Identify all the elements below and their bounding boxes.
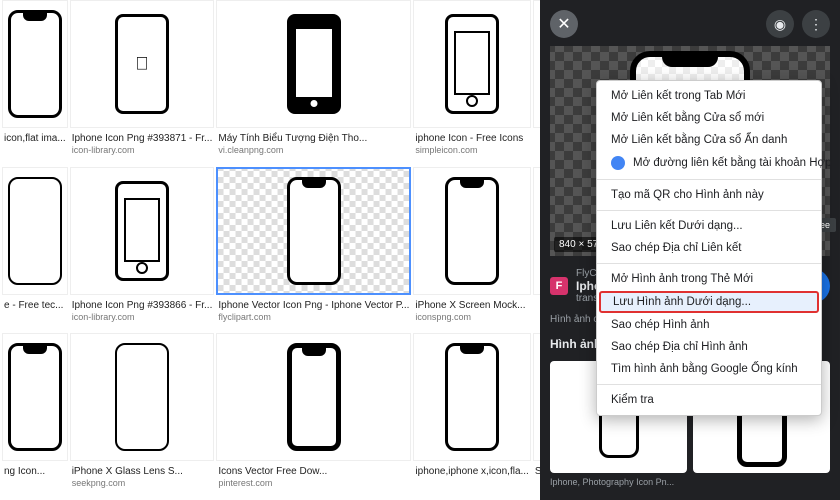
context-copy-image[interactable]: Sao chép Hình ảnh xyxy=(597,314,821,336)
context-open-link-as-account[interactable]: Mở đường liên kết bằng tài khoản Hợp xyxy=(597,151,821,175)
site-favicon: F xyxy=(550,277,568,295)
context-copy-link-address[interactable]: Sao chép Địa chỉ Liên kết xyxy=(597,237,821,259)
result-thumbnail[interactable]: icon,flat ima... xyxy=(2,0,68,165)
result-thumbnail[interactable] xyxy=(533,167,540,332)
result-thumbnail[interactable]: Iphone Icon Png #393866 - Fr...icon-libr… xyxy=(70,167,215,332)
thumb-title: Máy Tính Biểu Tượng Điện Tho... xyxy=(218,132,409,145)
context-create-qr[interactable]: Tạo mã QR cho Hình ảnh này xyxy=(597,184,821,206)
menu-divider xyxy=(597,384,821,385)
result-thumbnail[interactable]: Smartphone Iphone Ve... xyxy=(533,333,540,498)
menu-divider xyxy=(597,179,821,180)
image-results-grid: icon,flat ima... Iphone Icon Png #393871… xyxy=(0,0,540,500)
thumb-source: seekpng.com xyxy=(72,478,213,490)
thumb-source: pinterest.com xyxy=(218,478,409,490)
more-vertical-icon: ⋮ xyxy=(809,16,823,33)
result-thumbnail[interactable]: ng Icon... xyxy=(2,333,68,498)
menu-divider xyxy=(597,263,821,264)
context-save-link-as[interactable]: Lưu Liên kết Dưới dạng... xyxy=(597,215,821,237)
context-inspect[interactable]: Kiểm tra xyxy=(597,389,821,411)
thumb-source: icon-library.com xyxy=(72,312,213,324)
result-thumbnail[interactable]: iPhone X Glass Lens S...seekpng.com xyxy=(70,333,215,498)
thumb-title: Icons Vector Free Dow... xyxy=(218,465,409,478)
context-search-image-lens[interactable]: Tìm hình ảnh bằng Google Ống kính xyxy=(597,358,821,380)
lens-button[interactable]: ◉ xyxy=(766,10,794,38)
result-thumbnail[interactable]: Icons Vector Free Dow...pinterest.com xyxy=(216,333,411,498)
account-avatar-icon xyxy=(611,156,625,170)
result-thumbnail[interactable]: e - Free tec... xyxy=(2,167,68,332)
thumb-title: Iphone Vector Icon Png - Iphone Vector P… xyxy=(218,299,409,312)
more-button[interactable]: ⋮ xyxy=(802,10,830,38)
thumb-title: Iphone Icon Png #393871 - Fr... xyxy=(72,132,213,145)
context-save-image-as[interactable]: Lưu Hình ảnh Dưới dạng... xyxy=(599,291,819,313)
result-thumbnail[interactable]: Iphone Vector Icon Png - Iphone Vector P… xyxy=(216,167,411,332)
thumb-title: ng Icon... xyxy=(4,465,66,478)
close-button[interactable]: ✕ xyxy=(550,10,578,38)
context-menu: Mở Liên kết trong Tab Mới Mở Liên kết bằ… xyxy=(596,80,822,416)
thumb-title: iphone Icon - Free Icons xyxy=(415,132,528,145)
context-copy-image-address[interactable]: Sao chép Địa chỉ Hình ảnh xyxy=(597,336,821,358)
thumb-source: iconspng.com xyxy=(415,312,528,324)
thumb-title: iPhone X Glass Lens S... xyxy=(72,465,213,478)
result-thumbnail[interactable]: Iphone Icon Png #393871 - Fr...icon-libr… xyxy=(70,0,215,165)
thumb-source: simpleicon.com xyxy=(415,145,528,157)
result-thumbnail[interactable]: Máy Tính Biểu Tượng Điện Tho...vi.cleanp… xyxy=(216,0,411,165)
result-thumbnail[interactable]: iPhone X Screen Mock...iconspng.com xyxy=(413,167,530,332)
thumb-source: flyclipart.com xyxy=(218,312,409,324)
result-thumbnail[interactable] xyxy=(533,0,540,165)
context-open-link-incognito[interactable]: Mở Liên kết bằng Cửa sổ Ẩn danh xyxy=(597,129,821,151)
lens-icon: ◉ xyxy=(774,16,786,33)
context-open-image-new-tab[interactable]: Mở Hình ảnh trong Thẻ Mới xyxy=(597,268,821,290)
thumb-source: vi.cleanpng.com xyxy=(218,145,409,157)
close-icon: ✕ xyxy=(557,14,570,34)
menu-divider xyxy=(597,210,821,211)
thumb-title: e - Free tec... xyxy=(4,299,66,312)
thumb-title: Iphone Icon Png #393866 - Fr... xyxy=(72,299,213,312)
result-thumbnail[interactable]: iphone,iphone x,icon,fla... xyxy=(413,333,530,498)
context-open-link-new-tab[interactable]: Mở Liên kết trong Tab Mới xyxy=(597,85,821,107)
related-caption: Iphone, Photography Icon Pn... xyxy=(550,477,687,487)
thumb-title: iphone,iphone x,icon,fla... xyxy=(415,465,528,478)
thumb-source: icon-library.com xyxy=(72,145,213,157)
result-thumbnail[interactable]: iphone Icon - Free Iconssimpleicon.com xyxy=(413,0,530,165)
image-detail-panel: ✕ ◉ ⋮ 840 × 572 Free F FlyClipart Iphone… xyxy=(540,0,840,500)
context-open-link-new-window[interactable]: Mở Liên kết bằng Cửa sổ mới xyxy=(597,107,821,129)
thumb-title: iPhone X Screen Mock... xyxy=(415,299,528,312)
thumb-title: icon,flat ima... xyxy=(4,132,66,145)
